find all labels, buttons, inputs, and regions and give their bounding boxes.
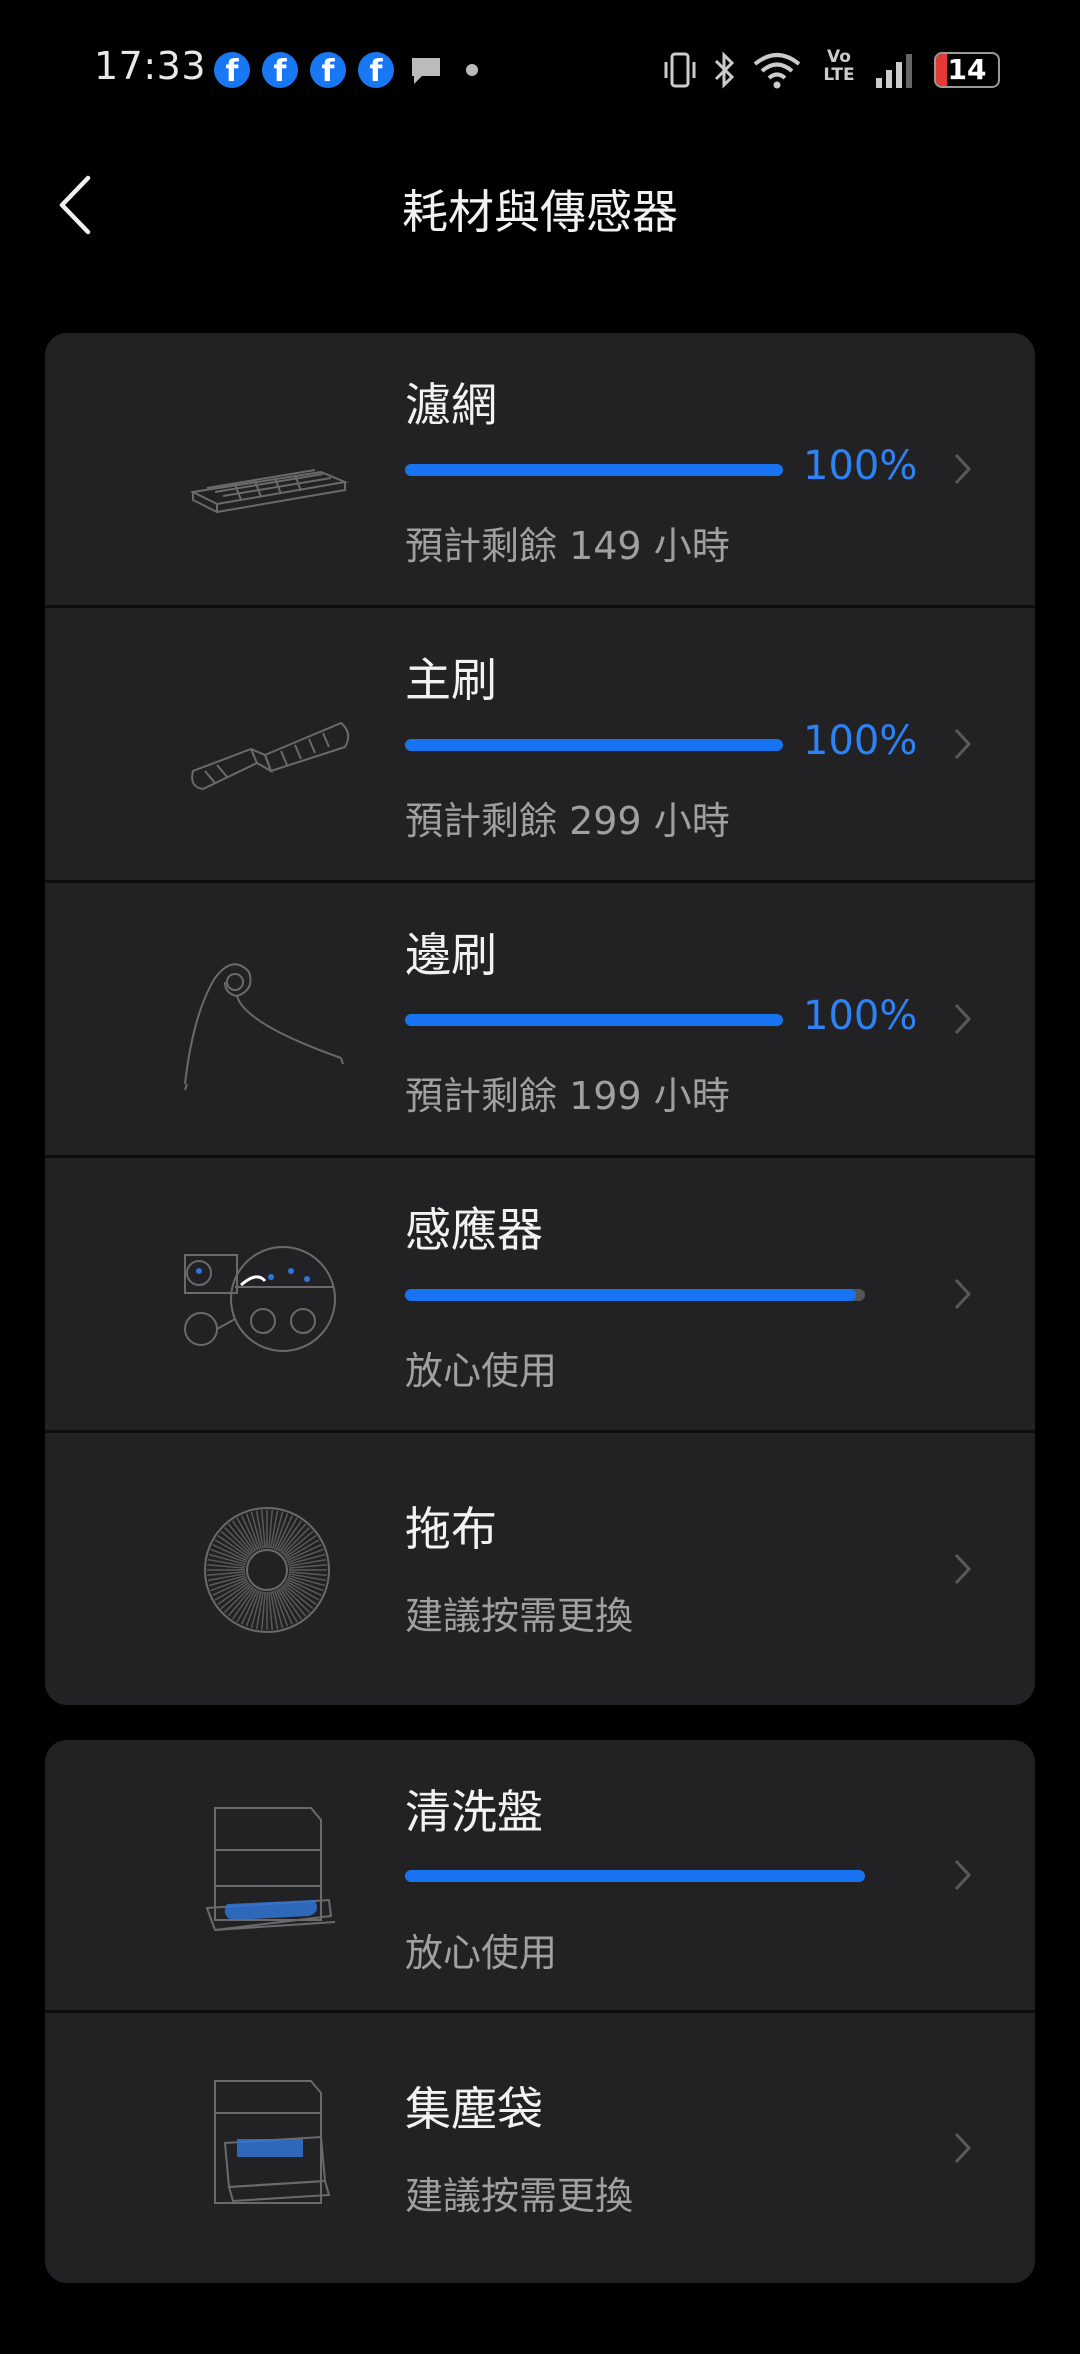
sensor-icon [184, 1246, 336, 1352]
progress-track [405, 739, 783, 751]
volte-icon: Vo LTE [822, 48, 856, 84]
chevron-right-icon [954, 1278, 972, 1310]
item-title: 集塵袋 [405, 2082, 543, 2136]
dust-bag-icon [214, 2080, 331, 2204]
progress-bar [405, 1289, 856, 1301]
item-subtitle: 放心使用 [405, 1931, 558, 1975]
item-title: 濾網 [405, 378, 497, 432]
consumable-item-main-brush[interactable]: 主刷 100% 預計剩餘 299 小時 [45, 608, 1035, 883]
bluetooth-icon [714, 51, 735, 89]
filter-icon [189, 469, 349, 514]
wifi-icon [753, 53, 801, 89]
side-brush-icon [184, 963, 344, 1091]
chevron-right-icon [954, 453, 972, 485]
item-subtitle: 預計剩餘 199 小時 [405, 1074, 730, 1118]
percent-label: 100% [803, 993, 918, 1039]
consumable-item-sensor[interactable]: 感應器 放心使用 [45, 1158, 1035, 1433]
chevron-right-icon [954, 1859, 972, 1891]
wash-tray-icon [205, 1807, 336, 1932]
item-subtitle: 預計剩餘 149 小時 [405, 524, 730, 568]
facebook-icon: f [310, 52, 346, 89]
status-bar: 17:33 f f f f Vo LTE 14 [0, 0, 1080, 140]
chevron-right-icon [954, 2132, 972, 2164]
consumable-item-mop[interactable]: 拖布 建議按需更換 [45, 1433, 1035, 1705]
volte-top-text: Vo [827, 47, 851, 67]
progress-track [405, 1289, 865, 1301]
item-subtitle: 預計剩餘 299 小時 [405, 799, 730, 843]
mop-pad-icon [204, 1507, 330, 1633]
more-notifications-dot [466, 64, 478, 76]
progress-bar [405, 739, 783, 751]
main-brush-icon [191, 721, 350, 791]
chat-bubble-icon [412, 58, 440, 84]
vibrate-icon [664, 52, 696, 88]
facebook-icon: f [262, 52, 298, 89]
progress-track [405, 464, 783, 476]
progress-bar [405, 464, 783, 476]
facebook-icon: f [214, 52, 250, 89]
item-title: 感應器 [405, 1203, 543, 1257]
battery-percent: 14 [947, 53, 987, 86]
chevron-right-icon [954, 728, 972, 760]
consumable-item-side-brush[interactable]: 邊刷 100% 預計剩餘 199 小時 [45, 883, 1035, 1158]
item-title: 主刷 [405, 653, 497, 707]
percent-label: 100% [803, 443, 918, 489]
consumable-item-dust-bag[interactable]: 集塵袋 建議按需更換 [45, 2013, 1035, 2283]
battery-indicator: 14 [934, 52, 1000, 88]
chevron-right-icon [954, 1003, 972, 1035]
progress-bar [405, 1014, 783, 1026]
consumable-item-wash-tray[interactable]: 清洗盤 放心使用 [45, 1740, 1035, 2013]
item-subtitle: 放心使用 [405, 1349, 558, 1393]
item-title: 清洗盤 [405, 1785, 543, 1839]
item-title: 邊刷 [405, 928, 497, 982]
volte-bottom-text: LTE [823, 65, 855, 85]
facebook-icon: f [358, 52, 394, 89]
consumables-card: 濾網 100% 預計剩餘 149 小時 主刷 100% 預計剩餘 299 小時 [45, 333, 1035, 1705]
status-time: 17:33 [94, 44, 207, 88]
base-station-card: 清洗盤 放心使用 集塵袋 建議按需更換 [45, 1740, 1035, 2283]
item-title: 拖布 [405, 1502, 497, 1556]
page-title: 耗材與傳感器 [402, 185, 678, 239]
item-subtitle: 建議按需更換 [405, 2174, 634, 2218]
progress-track [405, 1870, 865, 1882]
consumable-item-filter[interactable]: 濾網 100% 預計剩餘 149 小時 [45, 333, 1035, 608]
chevron-right-icon [954, 1553, 972, 1585]
progress-track [405, 1014, 783, 1026]
percent-label: 100% [803, 718, 918, 764]
item-subtitle: 建議按需更換 [405, 1594, 634, 1638]
progress-bar [405, 1870, 865, 1882]
signal-icon [876, 54, 912, 88]
